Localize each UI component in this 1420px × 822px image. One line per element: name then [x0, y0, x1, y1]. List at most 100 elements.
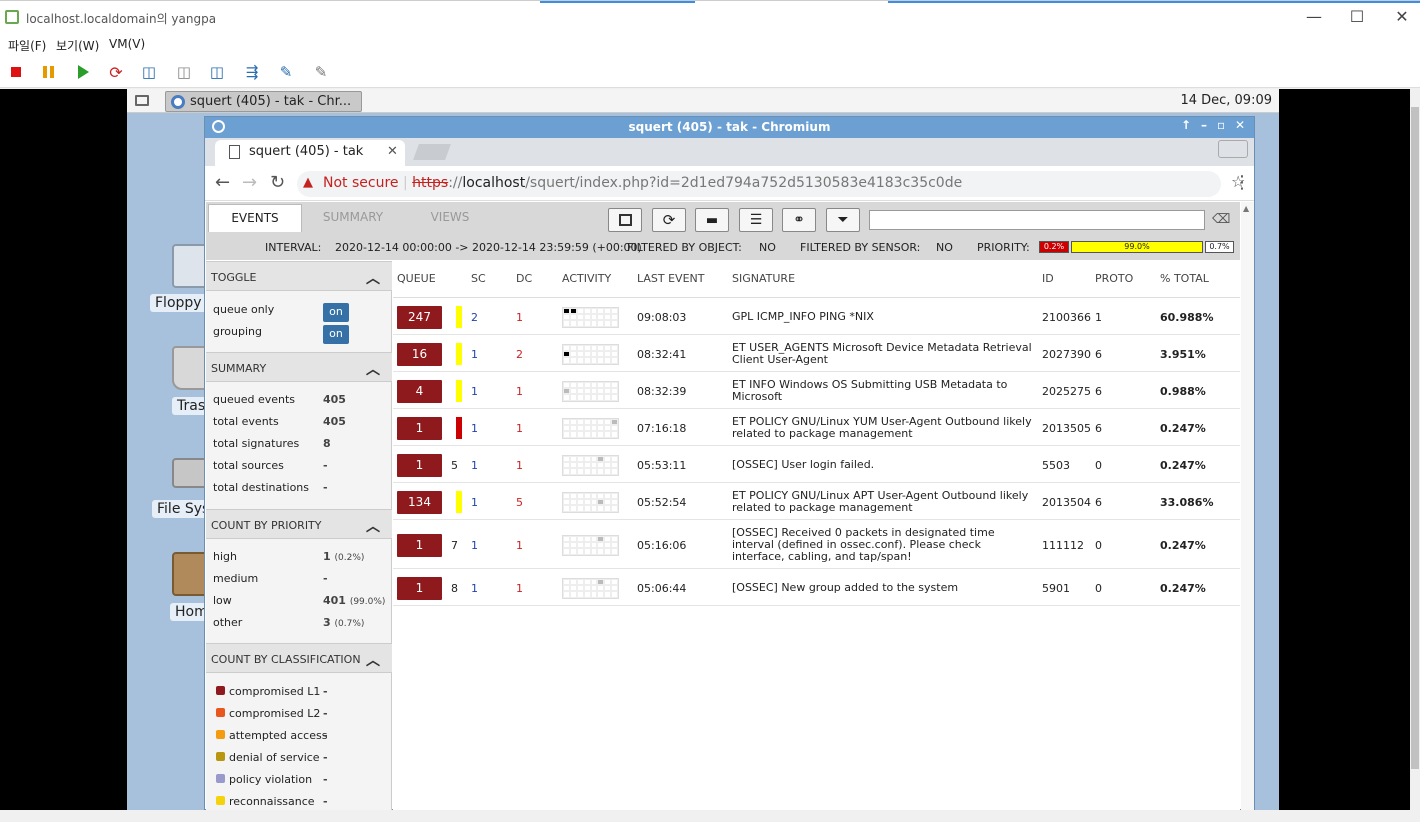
not-secure-label[interactable]: Not secure [323, 175, 399, 191]
col-signature[interactable]: SIGNATURE [732, 272, 795, 285]
grouping-toggle[interactable]: on [323, 325, 349, 344]
queue-count-button[interactable]: 1 [397, 533, 442, 557]
queue-count-button[interactable]: 4 [397, 379, 442, 403]
dc-count[interactable]: 2 [516, 348, 523, 361]
send-ctrl-alt-del-icon[interactable]: ⇶ [242, 62, 262, 82]
menu-view[interactable]: 보기(W) [56, 37, 99, 54]
sc-count[interactable]: 1 [471, 422, 478, 435]
sc-count[interactable]: 1 [471, 582, 478, 595]
clear-filter-icon[interactable]: ⌫ [1212, 212, 1230, 227]
signature[interactable]: ET USER_AGENTS Microsoft Device Metadata… [732, 341, 1032, 366]
tab-summary[interactable]: SUMMARY [310, 204, 396, 232]
tab-events[interactable]: EVENTS [208, 204, 302, 232]
dc-count[interactable]: 1 [516, 459, 523, 472]
signature[interactable]: ET POLICY GNU/Linux APT User-Agent Outbo… [732, 489, 1032, 514]
window-up-icon[interactable]: ↑ [1181, 118, 1191, 132]
host-scrollbar[interactable] [1410, 89, 1420, 810]
col-sc[interactable]: SC [471, 272, 486, 285]
col-pct-total[interactable]: % TOTAL [1160, 272, 1209, 285]
back-icon[interactable]: ← [215, 172, 230, 193]
signature[interactable]: GPL ICMP_INFO PING *NIX [732, 310, 1032, 323]
dc-count[interactable]: 1 [516, 582, 523, 595]
classification-label[interactable]: attempted access [229, 729, 327, 742]
window-maximize-icon[interactable]: ▫ [1217, 118, 1225, 132]
classification-label[interactable]: compromised L1 [229, 685, 320, 698]
list-button[interactable]: ☰ [739, 208, 773, 232]
classification-label[interactable]: policy violation [229, 773, 312, 786]
classification-label[interactable]: compromised L2 [229, 707, 320, 720]
sc-count[interactable]: 1 [471, 385, 478, 398]
stop-icon[interactable] [6, 62, 26, 82]
priority-section-header[interactable]: COUNT BY PRIORITY ︿ [206, 509, 392, 539]
sc-count[interactable]: 1 [471, 496, 478, 509]
pause-icon[interactable] [38, 62, 58, 82]
signature-id[interactable]: 5901 [1042, 582, 1070, 595]
queue-count-button[interactable]: 247 [397, 305, 442, 329]
queue-only-toggle[interactable]: on [323, 303, 349, 322]
signature[interactable]: ET POLICY GNU/Linux YUM User-Agent Outbo… [732, 415, 1032, 440]
reload-icon[interactable]: ↻ [270, 172, 285, 193]
maximize-icon[interactable]: ☐ [1337, 7, 1377, 26]
dc-count[interactable]: 1 [516, 311, 523, 324]
priority-other-bar[interactable]: 0.7% [1205, 241, 1234, 253]
sc-count[interactable]: 2 [471, 311, 478, 324]
window-minimize-icon[interactable]: – [1201, 118, 1207, 132]
comment-button[interactable]: ▬ [695, 208, 729, 232]
queue-count-button[interactable]: 1 [397, 576, 442, 600]
close-icon[interactable]: ✕ [1382, 7, 1420, 26]
signature[interactable]: ET INFO Windows OS Submitting USB Metada… [732, 378, 1032, 403]
minimize-icon[interactable]: — [1294, 7, 1334, 26]
tab-close-icon[interactable]: ✕ [387, 144, 398, 159]
reset-icon[interactable]: ⟳ [106, 62, 126, 82]
vm-settings-icon[interactable]: ✎ [276, 62, 296, 82]
toggle-section-header[interactable]: TOGGLE ︿ [206, 261, 392, 291]
refresh-button[interactable]: ⟳ [652, 208, 686, 232]
col-id[interactable]: ID [1042, 272, 1054, 285]
expand-button[interactable] [608, 208, 642, 232]
dc-count[interactable]: 1 [516, 539, 523, 552]
dc-count[interactable]: 1 [516, 422, 523, 435]
filter-input[interactable] [869, 210, 1205, 230]
summary-section-header[interactable]: SUMMARY ︿ [206, 352, 392, 382]
menu-vm[interactable]: VM(V) [109, 37, 145, 51]
forward-icon[interactable]: → [242, 172, 257, 193]
new-tab-button[interactable] [413, 144, 451, 160]
queue-count-button[interactable]: 1 [397, 453, 442, 477]
dc-count[interactable]: 1 [516, 385, 523, 398]
col-queue[interactable]: QUEUE [397, 272, 436, 285]
signature[interactable]: [OSSEC] Received 0 packets in designated… [732, 526, 1032, 563]
col-dc[interactable]: DC [516, 272, 532, 285]
col-proto[interactable]: PROTO [1095, 272, 1133, 285]
queue-count-button[interactable]: 134 [397, 490, 442, 514]
signature-id[interactable]: 2100366 [1042, 311, 1091, 324]
interval-value[interactable]: 2020-12-14 00:00:00 -> 2020-12-14 23:59:… [335, 241, 642, 254]
profile-icon[interactable] [1218, 140, 1248, 158]
dc-count[interactable]: 5 [516, 496, 523, 509]
signature[interactable]: [OSSEC] User login failed. [732, 458, 1032, 471]
sc-count[interactable]: 1 [471, 539, 478, 552]
priority-high-bar[interactable]: 0.2% [1039, 241, 1069, 253]
show-desktop-icon[interactable] [135, 95, 149, 106]
page-scrollbar[interactable]: ▲ [1241, 202, 1254, 810]
signature[interactable]: [OSSEC] New group added to the system [732, 581, 1032, 594]
browser-tab[interactable]: squert (405) - tak ✕ [215, 140, 405, 166]
signature-id[interactable]: 2013505 [1042, 422, 1091, 435]
signature-id[interactable]: 2013504 [1042, 496, 1091, 509]
signature-id[interactable]: 111112 [1042, 539, 1084, 552]
menu-file[interactable]: 파일(F) [8, 37, 46, 54]
revert-icon[interactable]: ◫ [174, 62, 194, 82]
preferences-icon[interactable]: ✎ [311, 62, 331, 82]
priority-low-bar[interactable]: 99.0% [1071, 241, 1203, 253]
sc-count[interactable]: 1 [471, 348, 478, 361]
classification-label[interactable]: denial of service [229, 751, 320, 764]
col-activity[interactable]: ACTIVITY [562, 272, 611, 285]
window-close-icon[interactable]: ✕ [1235, 118, 1245, 132]
sc-count[interactable]: 1 [471, 459, 478, 472]
classification-label[interactable]: reconnaissance [229, 795, 315, 808]
queue-count-button[interactable]: 1 [397, 416, 442, 440]
snapshot-icon[interactable]: ◫ [139, 62, 159, 82]
signature-id[interactable]: 2025275 [1042, 385, 1091, 398]
desktop-label-floppy[interactable]: Floppy [150, 294, 207, 312]
col-last-event[interactable]: LAST EVENT [637, 272, 704, 285]
classification-section-header[interactable]: COUNT BY CLASSIFICATION ︿ [206, 643, 392, 673]
